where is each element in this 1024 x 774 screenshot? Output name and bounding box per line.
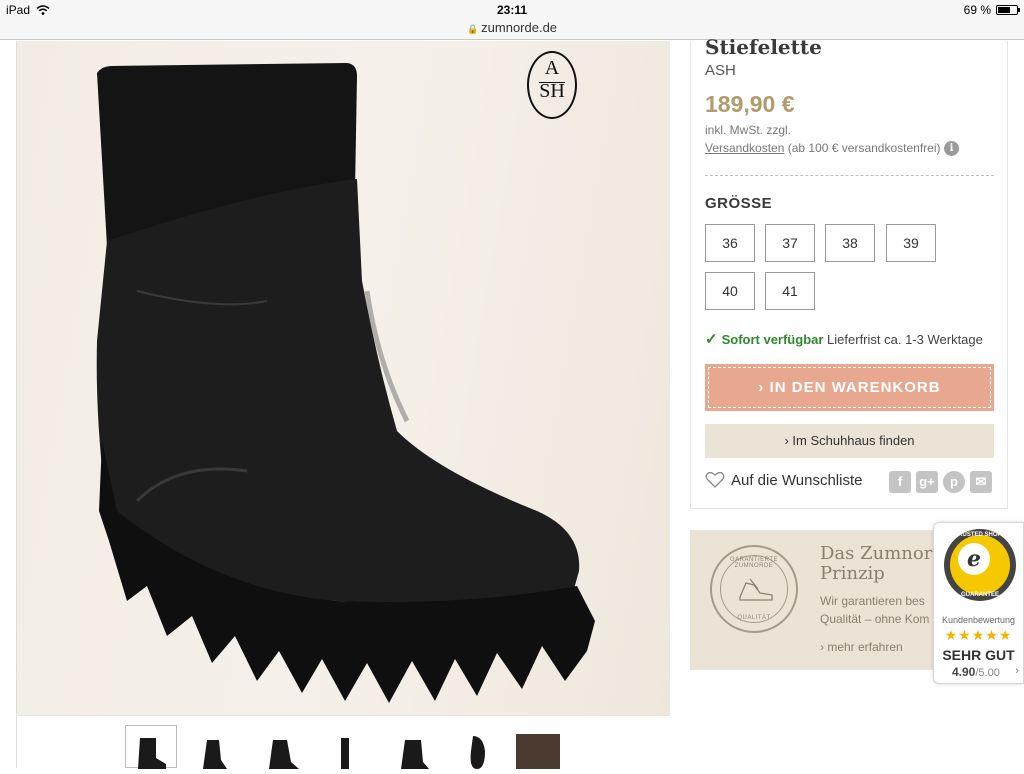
status-right: 69 % (963, 3, 1020, 17)
chevron-right-icon[interactable]: › (1015, 665, 1019, 677)
shipping-link[interactable]: Versandkosten (705, 141, 784, 155)
product-brand[interactable]: ASH (705, 62, 736, 79)
facebook-icon[interactable]: f (889, 471, 911, 493)
prinzip-text: Wir garantieren bes Qualität – ohne Kom (820, 592, 935, 628)
check-icon: ✓ (705, 331, 718, 348)
wishlist-button[interactable]: Auf die Wunschliste (705, 471, 862, 489)
prinzip-text-line: Qualität – ohne Kom (820, 612, 930, 626)
google-plus-icon[interactable]: g+ (916, 471, 938, 493)
rating-score: 4.90/5.00 (952, 665, 1000, 679)
brand-logo-bottom: SH (539, 80, 565, 102)
status-bar: iPad 23:11 69 % (0, 0, 1024, 20)
product-price: 189,90 € (705, 91, 795, 117)
prinzip-text-line: Wir garantieren bes (820, 594, 925, 608)
brand-logo: A SH (527, 51, 577, 119)
product-thumbnail[interactable] (257, 726, 309, 769)
boot-thumbnail-icon (470, 736, 485, 769)
shipping-note: (ab 100 € versandkostenfrei) (787, 141, 941, 155)
score-max: /5.00 (975, 667, 1000, 679)
size-option-39[interactable]: 39 (886, 224, 936, 262)
tax-note: inkl. MwSt. zzgl. (705, 123, 792, 137)
heart-icon (705, 471, 725, 488)
boot-illustration (96, 63, 595, 703)
product-thumbnail[interactable] (189, 726, 241, 769)
availability: ✓ Sofort verfügbar Lieferfrist ca. 1-3 We… (705, 330, 983, 348)
find-in-store-button[interactable]: › Im Schuhhaus finden (705, 424, 994, 458)
divider (705, 175, 994, 176)
brand-logo-top: A (544, 57, 560, 79)
shipping-info: Versandkosten (ab 100 € versandkostenfre… (705, 141, 941, 155)
boot-thumbnail-icon (401, 740, 429, 769)
boot-thumbnail-icon (203, 740, 227, 769)
clock: 23:11 (496, 3, 528, 17)
quality-seal-icon: GARANTIERTE ZUMNORDE QUALITÄT (710, 545, 798, 633)
social-share: f g+ p ✉ (889, 471, 992, 493)
email-icon[interactable]: ✉ (970, 471, 992, 493)
delivery-time: Lieferfrist ca. 1-3 Werktage (827, 332, 983, 347)
shoe-seal-icon (739, 578, 773, 601)
product-info-panel: Stiefelette ASH 189,90 € inkl. MwSt. zzg… (690, 35, 1008, 509)
size-option-38[interactable]: 38 (825, 224, 875, 262)
address-bar[interactable]: 🔒 zumnorde.de (0, 20, 1024, 40)
product-thumbnail[interactable] (512, 726, 564, 769)
more-info-link[interactable]: › mehr erfahren (820, 640, 903, 654)
seal-bottom-text: QUALITÄT (737, 615, 771, 621)
star-rating-icon: ★★★★★ (944, 627, 1013, 643)
size-option-40[interactable]: 40 (705, 272, 755, 310)
wishlist-label: Auf die Wunschliste (731, 471, 863, 489)
size-option-37[interactable]: 37 (765, 224, 815, 262)
boot-thumbnail-icon (516, 734, 560, 769)
lock-icon: 🔒 (466, 24, 479, 34)
battery-icon (996, 5, 1020, 15)
availability-status: Sofort verfügbar (721, 332, 824, 347)
size-option-36[interactable]: 36 (705, 224, 755, 262)
seal-letter: e (958, 543, 990, 575)
size-option-41[interactable]: 41 (765, 272, 815, 310)
product-title: Stiefelette (705, 35, 822, 59)
review-label: Kundenbewertung (941, 615, 1016, 625)
product-thumbnail[interactable] (389, 726, 441, 769)
product-thumbnail[interactable] (453, 726, 505, 769)
rating-text: SEHR GUT (942, 647, 1015, 663)
add-to-cart-label: › IN DEN WARENKORB (708, 367, 991, 408)
trusted-shops-seal-icon: TRUSTED SHOPS e GUARANTEE (944, 529, 1016, 601)
boot-thumbnail-icon (269, 740, 299, 769)
product-image[interactable]: A SH (16, 41, 670, 715)
battery-percent: 69 % (963, 3, 991, 17)
score-value: 4.90 (952, 665, 976, 679)
pinterest-icon[interactable]: p (943, 471, 965, 493)
url-text[interactable]: zumnorde.de (481, 20, 557, 35)
add-to-cart-button[interactable]: › IN DEN WARENKORB (705, 364, 994, 411)
thumbnail-strip (16, 715, 670, 769)
boot-thumbnail-icon (341, 738, 349, 769)
trusted-shops-badge[interactable]: TRUSTED SHOPS e GUARANTEE Kundenbewertun… (933, 522, 1024, 684)
seal-bottom-text: GUARANTEE (960, 592, 999, 598)
product-thumbnail[interactable] (321, 726, 373, 769)
product-thumbnail[interactable] (125, 725, 177, 769)
product-page: A SH Stiefelette ASH 189,90 € inkl. MwSt… (0, 35, 1024, 769)
size-label: GRÖSSE (705, 195, 773, 212)
seal-top-text: TRUSTED SHOPS (954, 532, 1006, 538)
info-icon[interactable]: i (944, 141, 959, 156)
boot-thumbnail-icon (138, 738, 166, 769)
seal-top-text: GARANTIERTE ZUMNORDE (729, 557, 779, 569)
battery-fill (998, 7, 1011, 13)
